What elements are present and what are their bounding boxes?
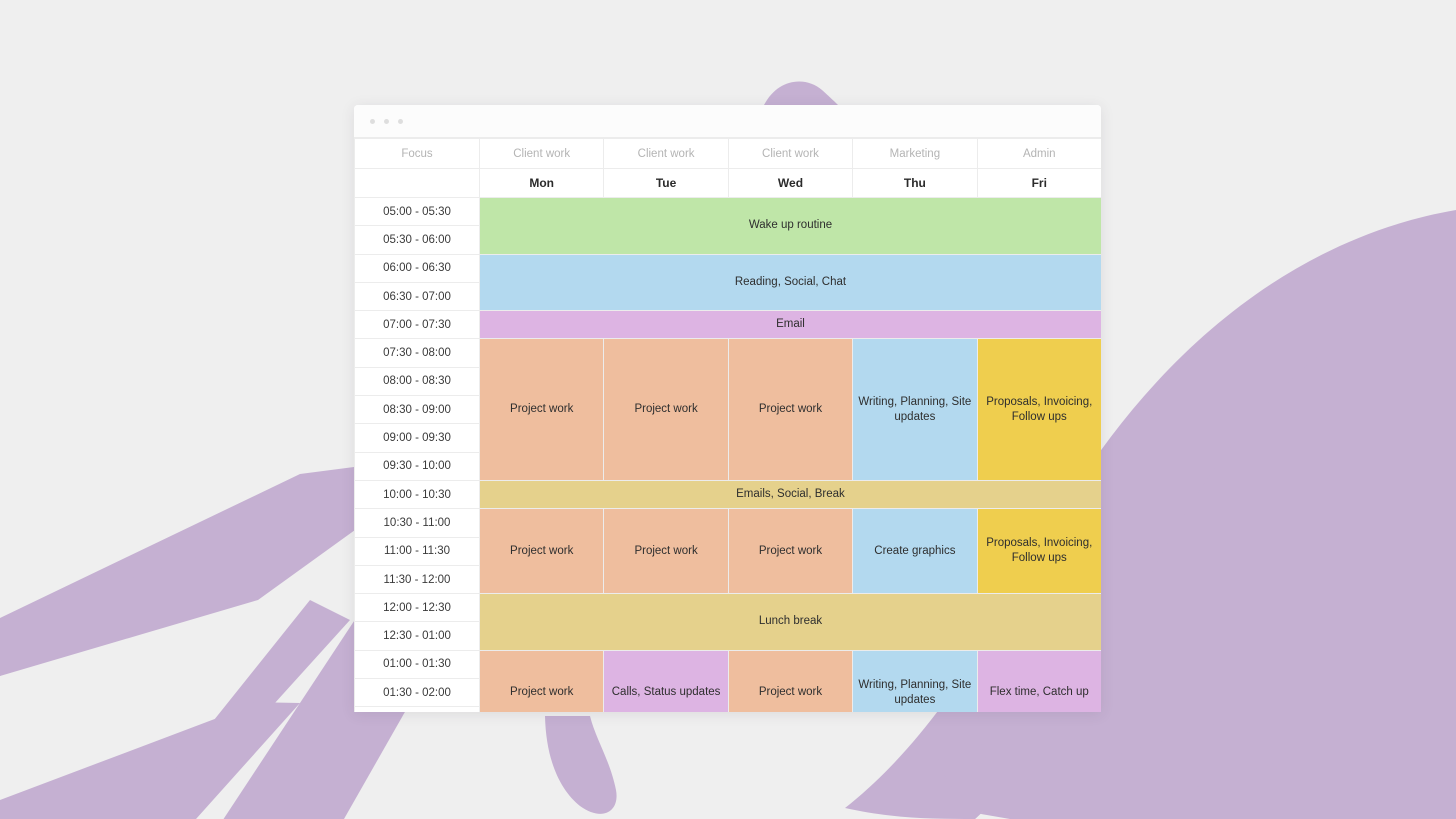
day-header-thu: Thu [852, 168, 978, 198]
schedule-block-label: Project work [634, 544, 698, 557]
schedule-block-label: Proposals, Invoicing, Follow ups [986, 395, 1093, 423]
schedule-block-label: Create graphics [874, 544, 956, 557]
schedule-block-label: Reading, Social, Chat [734, 275, 847, 288]
time-slot-label: 10:00 - 10:30 [354, 479, 480, 510]
schedule-block[interactable]: Proposals, Invoicing, Follow ups [976, 338, 1101, 481]
schedule-block[interactable]: Project work [727, 508, 854, 595]
time-slot-label: 11:30 - 12:00 [354, 564, 480, 595]
time-slot-label: 12:30 - 01:00 [354, 621, 480, 651]
schedule-block-label: Proposals, Invoicing, Follow ups [986, 537, 1093, 565]
time-slot-label: 08:30 - 09:00 [354, 395, 480, 425]
schedule-block-label: Project work [758, 686, 823, 699]
schedule-row: 10:00 - 10:30 Emails, Social, Break [354, 479, 1101, 510]
schedule-block-label: Project work [510, 403, 574, 416]
time-slot-label: 01:30 - 02:00 [354, 678, 480, 708]
time-slot-label: 07:30 - 08:00 [354, 338, 480, 368]
schedule-block[interactable]: Project work [603, 508, 729, 595]
schedule-block[interactable]: Reading, Social, Chat [479, 253, 1101, 312]
schedule-row: 01:00 - 01:30 Project work Calls, Status u… [354, 649, 1101, 712]
schedule-block-label: Project work [758, 403, 823, 416]
schedule-block-label: Emails, Social, Break [736, 488, 845, 501]
time-slot-label: 05:30 - 06:00 [354, 225, 480, 255]
schedule-block[interactable]: Emails, Social, Break [479, 479, 1101, 510]
time-slot-label: 01:00 - 01:30 [354, 649, 480, 680]
schedule-block-label: Project work [634, 403, 698, 416]
time-slot-label: 06:30 - 07:00 [354, 281, 480, 312]
schedule-block[interactable]: Proposals, Invoicing, Follow ups [976, 508, 1101, 595]
schedule-block[interactable]: Writing, Planning, Site updates [852, 649, 978, 712]
category-header-mon: Client work [478, 138, 605, 169]
schedule-block-label: Email [776, 318, 805, 331]
schedule-block-label: Flex time, Catch up [989, 686, 1089, 699]
time-slot-label: 08:00 - 08:30 [354, 366, 480, 397]
schedule-row: 07:30 - 08:00 Project work Project work Pro… [354, 338, 1101, 481]
schedule-block-label: Calls, Status updates [611, 686, 721, 699]
time-slot-label: 06:00 - 06:30 [354, 253, 480, 283]
schedule-block-label: Writing, Planning, Site updates [858, 395, 972, 423]
day-header-wed: Wed [727, 168, 854, 198]
category-header-row: Focus Client work Client work Client work Ma… [354, 138, 1101, 169]
time-slot-label: 09:30 - 10:00 [354, 451, 480, 481]
schedule-block[interactable]: Project work [727, 338, 854, 481]
schedule-block[interactable]: Lunch break [479, 593, 1101, 651]
time-slot-label: 02:30 - 03:00 [354, 706, 480, 712]
schedule-block[interactable]: Calls, Status updates [603, 649, 729, 712]
schedule-block-label: Project work [758, 544, 823, 557]
time-slot-label: 12:00 - 12:30 [354, 593, 480, 623]
schedule-block[interactable]: Email [479, 310, 1101, 340]
schedule-block-label: Project work [510, 544, 574, 557]
schedule-block-label: Writing, Planning, Site updates [858, 678, 972, 706]
schedule-row: 05:00 - 05:30 Wake up routine [354, 196, 1101, 255]
category-header-thu: Marketing [852, 138, 978, 169]
schedule-block-label: Project work [510, 686, 574, 699]
schedule-row: 07:00 - 07:30 Email [354, 310, 1101, 340]
time-slot-label: 10:30 - 11:00 [354, 508, 480, 538]
window-dot-1[interactable] [370, 118, 375, 124]
schedule-block[interactable]: Project work [478, 649, 605, 712]
category-header-wed: Client work [727, 138, 854, 169]
schedule-row: 10:30 - 11:00 Project work Project work Pro… [354, 508, 1101, 595]
schedule-block[interactable]: Project work [727, 649, 854, 712]
time-slot-label: 05:00 - 05:30 [354, 196, 480, 227]
schedule-block[interactable]: Flex time, Catch up [976, 649, 1101, 712]
schedule-header: Focus Client work Client work Client work Ma… [354, 138, 1101, 198]
schedule-block-label: Lunch break [758, 615, 823, 628]
schedule-block[interactable]: Project work [603, 338, 729, 481]
schedule-block[interactable]: Create graphics [852, 508, 978, 595]
day-header-tue: Tue [603, 168, 729, 198]
window-dot-3[interactable] [398, 118, 403, 124]
schedule-block[interactable]: Writing, Planning, Site updates [852, 338, 978, 481]
time-slot-label: 11:00 - 11:30 [354, 536, 480, 566]
category-header-tue: Client work [603, 138, 729, 169]
schedule-row: 12:00 - 12:30 Lunch break [354, 593, 1101, 651]
schedule-block[interactable]: Project work [478, 338, 605, 481]
day-header-mon: Mon [478, 168, 605, 198]
category-header-fri: Admin [976, 138, 1101, 169]
focus-column-header: Focus [354, 138, 480, 169]
weekly-schedule-table: Focus Client work Client work Client work Ma… [354, 138, 1101, 712]
schedule-block[interactable]: Project work [478, 508, 605, 595]
schedule-block[interactable]: Wake up routine [479, 197, 1101, 255]
schedule-block-label: Wake up routine [748, 219, 833, 232]
day-header-row: Mon Tue Wed Thu Fri [354, 168, 1101, 198]
day-header-spacer [354, 168, 480, 198]
app-window: Focus Client work Client work Client work Ma… [354, 105, 1101, 712]
day-header-fri: Fri [976, 168, 1101, 198]
time-slot-label: 07:00 - 07:30 [354, 310, 480, 340]
schedule-body: 05:00 - 05:30 Wake up routine 05:30 - 06:0… [354, 196, 1101, 712]
schedule-row: 06:00 - 06:30 Reading, Social, Chat [354, 253, 1101, 312]
window-dot-2[interactable] [384, 118, 389, 124]
time-slot-label: 09:00 - 09:30 [354, 423, 480, 453]
window-title-bar [354, 105, 1101, 138]
